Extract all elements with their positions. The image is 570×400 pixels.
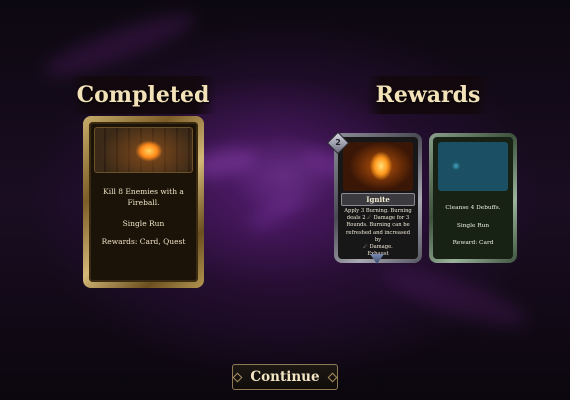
cleanse-reward: Reward: Card bbox=[452, 240, 494, 246]
cleanse-card-face: Cleanse 4 Debuffs. Single Run Reward: Ca… bbox=[433, 137, 513, 259]
cleanse-description: Cleanse 4 Debuffs. bbox=[445, 205, 501, 211]
rewards-heading: Rewards bbox=[366, 76, 490, 114]
reward-card-cleanse[interactable]: Cleanse 4 Debuffs. Single Run Reward: Ca… bbox=[429, 133, 517, 263]
ignite-card-text: Apply 3 Burning. Burning deals 2 ☄ Damag… bbox=[343, 208, 413, 258]
quest-rewards: Rewards: Card, Quest bbox=[101, 237, 186, 246]
diamond-ornament-icon bbox=[327, 372, 338, 382]
continue-button[interactable]: Continue bbox=[232, 364, 338, 390]
ignite-text-line: refreshed and increased by bbox=[345, 229, 411, 243]
cleanse-card-art bbox=[438, 142, 508, 191]
ignite-text-line: deals 2 ☄ Damage for 3 bbox=[346, 215, 410, 222]
fireball-quest-art bbox=[94, 127, 193, 173]
ignite-fire-art bbox=[343, 142, 413, 191]
quest-card-face: Kill 8 Enemies with a Fireball. Single R… bbox=[89, 122, 198, 282]
continue-label: Continue bbox=[250, 369, 320, 385]
completed-heading: Completed bbox=[70, 76, 216, 114]
quest-description: Kill 8 Enemies with a Fireball. bbox=[103, 187, 184, 207]
quest-duration: Single Run bbox=[122, 219, 165, 228]
mana-cost-value: 2 bbox=[335, 138, 341, 147]
cleanse-duration: Single Run bbox=[456, 223, 490, 229]
quest-card[interactable]: Kill 8 Enemies with a Fireball. Single R… bbox=[83, 116, 204, 288]
ignite-card-name: Ignite bbox=[341, 193, 415, 206]
ignite-text-line: ☄ Damage. bbox=[363, 244, 393, 251]
ignite-text-line: Rounds. Burning can be bbox=[346, 222, 410, 229]
reward-card-ignite[interactable]: Ignite Apply 3 Burning. Burning deals 2 … bbox=[334, 133, 422, 263]
diamond-ornament-icon bbox=[232, 372, 243, 382]
ignite-card-face: Ignite Apply 3 Burning. Burning deals 2 … bbox=[338, 137, 418, 259]
